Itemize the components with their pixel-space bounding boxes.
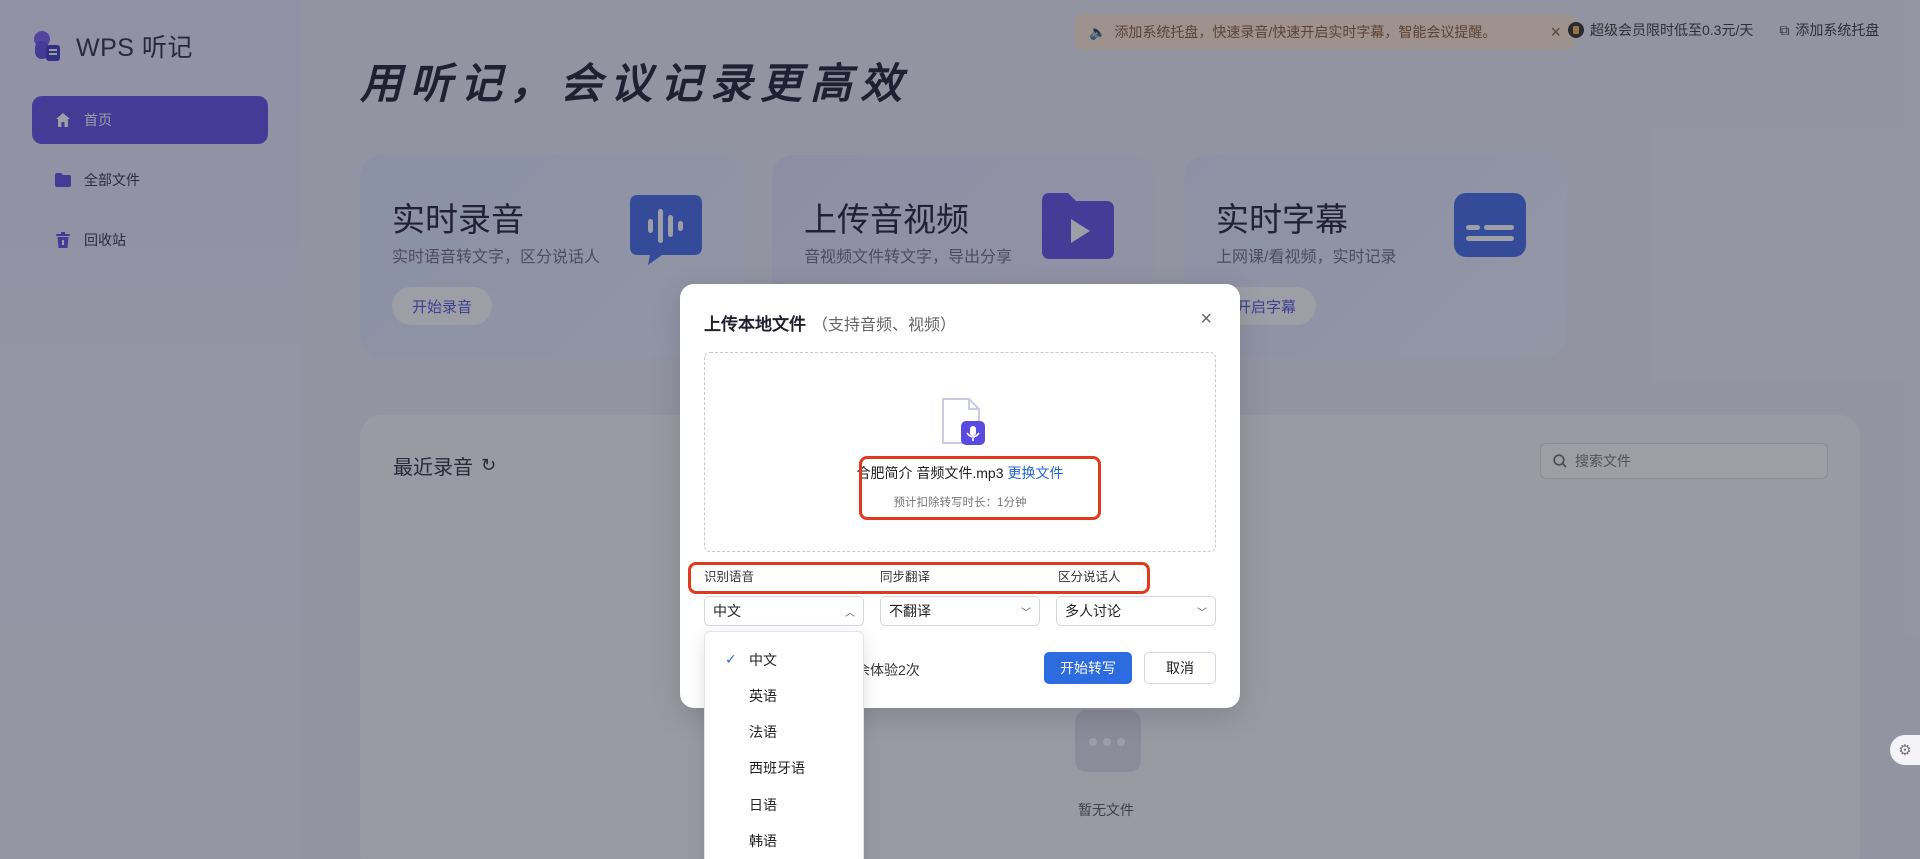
- language-option-korean[interactable]: 韩语: [705, 823, 863, 859]
- start-transcribe-button[interactable]: 开始转写: [1044, 652, 1132, 684]
- dialog-title-text: 上传本地文件: [704, 315, 806, 334]
- option-label: 法语: [749, 724, 777, 740]
- option-label: 日语: [749, 797, 777, 813]
- settings-gear-icon[interactable]: ⚙: [1890, 735, 1920, 765]
- chevron-down-icon: ﹀: [1197, 607, 1207, 619]
- translate-select-value: 不翻译: [889, 603, 931, 619]
- translate-select[interactable]: 不翻译 ﹀: [880, 596, 1040, 626]
- speaker-select-value: 多人讨论: [1065, 603, 1121, 619]
- dialog-title: 上传本地文件 （支持音频、视频）: [704, 310, 956, 335]
- language-option-japanese[interactable]: 日语: [705, 787, 863, 823]
- chevron-down-icon: ﹀: [1021, 607, 1031, 619]
- option-label: 英语: [749, 688, 777, 704]
- chevron-up-icon: ︿: [845, 607, 855, 619]
- option-label: 西班牙语: [749, 760, 805, 776]
- language-select[interactable]: 中文 ︿: [704, 596, 864, 626]
- trial-quota: 余体验2次: [856, 662, 920, 678]
- language-option-english[interactable]: 英语: [705, 678, 863, 714]
- dialog-hint: （支持音频、视频）: [812, 317, 957, 334]
- check-icon: ✓: [725, 651, 737, 667]
- language-option-chinese[interactable]: ✓ 中文: [705, 642, 863, 678]
- language-dropdown: ✓ 中文 英语 法语 西班牙语 日语 韩语: [704, 631, 864, 859]
- language-option-spanish[interactable]: 西班牙语: [705, 750, 863, 786]
- dialog-close-icon[interactable]: ×: [1200, 308, 1212, 331]
- file-dropzone[interactable]: 合肥简介 音频文件.mp3 更换文件 预计扣除转写时长：1分钟: [704, 352, 1216, 552]
- audio-file-icon: [941, 397, 985, 447]
- highlight-box-file: [859, 456, 1101, 520]
- option-label: 韩语: [749, 833, 777, 849]
- language-select-value: 中文: [713, 603, 741, 619]
- speaker-select[interactable]: 多人讨论 ﹀: [1056, 596, 1216, 626]
- language-option-french[interactable]: 法语: [705, 714, 863, 750]
- option-label: 中文: [749, 652, 777, 668]
- cancel-button[interactable]: 取消: [1144, 652, 1216, 684]
- highlight-box-labels: [688, 562, 1150, 594]
